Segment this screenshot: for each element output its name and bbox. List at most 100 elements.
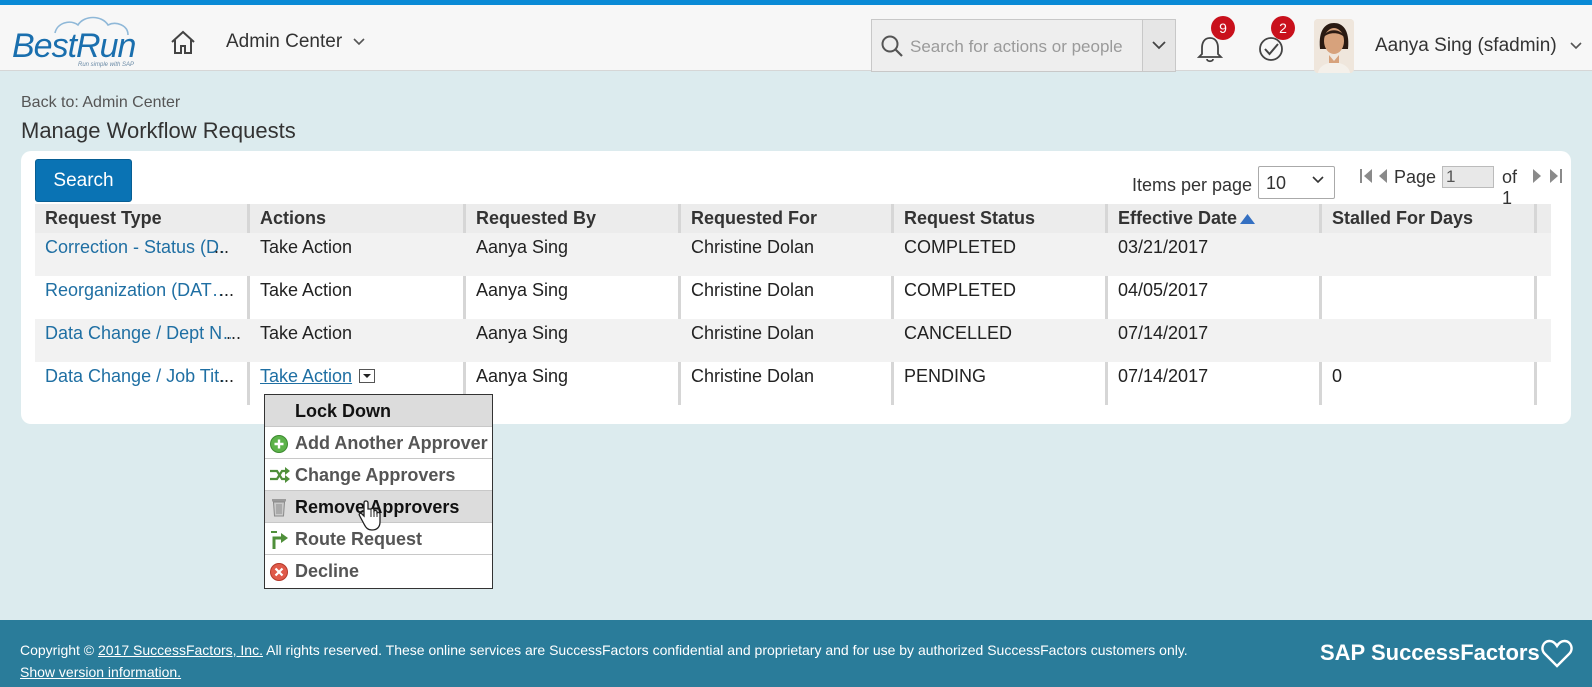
- table-row: Reorganization (DAT… ... Take Action Aan…: [35, 276, 1551, 319]
- request-status-cell: PENDING: [904, 366, 987, 386]
- take-action-cell[interactable]: Take Action: [250, 323, 460, 344]
- next-page-icon[interactable]: [1533, 168, 1543, 184]
- heart-icon: [1541, 639, 1573, 668]
- page-title: Manage Workflow Requests: [21, 118, 296, 143]
- requested-by-cell: Aanya Sing: [476, 237, 569, 257]
- tasks-badge: 2: [1271, 16, 1295, 40]
- requested-by-cell: Aanya Sing: [476, 323, 569, 343]
- menu-item-label: Change Approvers: [295, 465, 456, 485]
- take-action-dropdown-menu: Lock Down Add Another Approver Change Ap…: [264, 394, 493, 589]
- request-type-link[interactable]: Correction - Status (D…: [35, 237, 227, 258]
- request-type-link[interactable]: Data Change / Job Tit…: [35, 366, 227, 387]
- table-header: Request Type Actions Requested By Reques…: [35, 204, 1551, 233]
- row-more-indicator[interactable]: ...: [226, 323, 247, 344]
- chevron-down-icon: [353, 38, 366, 46]
- chevron-down-icon: [1570, 42, 1582, 50]
- module-title: Admin Center: [226, 31, 343, 52]
- table-row: Data Change / Job Tit… ... Take Action A…: [35, 362, 1551, 405]
- chevron-down-icon: [1312, 176, 1324, 184]
- requested-for-cell: Christine Dolan: [691, 237, 815, 257]
- hand-pointer-icon: [358, 500, 381, 531]
- requested-by-cell: Aanya Sing: [476, 280, 569, 300]
- decline-icon: [270, 563, 288, 581]
- user-photo-icon: [1314, 19, 1354, 73]
- menu-item-label: Lock Down: [295, 401, 392, 421]
- company-logo[interactable]: BestRun Run simple with SAP: [10, 13, 146, 69]
- logo-tagline: Run simple with SAP: [78, 62, 135, 68]
- menu-item-label: Decline: [295, 561, 360, 581]
- menu-item-lock-down[interactable]: Lock Down: [265, 395, 492, 427]
- results-panel: Search Items per page 10 Page of 1 Reque…: [21, 151, 1571, 424]
- column-header-request-status[interactable]: Request Status: [894, 204, 1106, 233]
- take-action-cell[interactable]: Take Action: [250, 237, 460, 258]
- first-page-icon[interactable]: [1360, 168, 1372, 184]
- search-button[interactable]: Search: [35, 159, 132, 202]
- back-link[interactable]: Back to: Admin Center: [21, 94, 180, 112]
- swap-icon: [270, 467, 290, 483]
- global-search: [871, 19, 1176, 72]
- menu-item-change-approvers[interactable]: Change Approvers: [265, 459, 492, 491]
- trash-icon: [272, 499, 286, 517]
- add-icon: [270, 435, 288, 453]
- effective-date-cell: 07/14/2017: [1118, 323, 1209, 343]
- page-of-label: of 1: [1502, 167, 1518, 208]
- column-header-requested-by[interactable]: Requested By: [466, 204, 678, 233]
- column-header-actions[interactable]: Actions: [250, 204, 463, 233]
- logo-text: BestRun: [12, 27, 136, 65]
- effective-date-cell: 03/21/2017: [1118, 237, 1209, 257]
- column-header-effective-date-label: Effective Date: [1118, 208, 1238, 228]
- user-menu[interactable]: Aanya Sing (sfadmin): [1375, 35, 1582, 57]
- requested-for-cell: Christine Dolan: [691, 323, 815, 343]
- search-dropdown-button[interactable]: [1142, 20, 1175, 71]
- items-per-page-label: Items per page: [1132, 175, 1253, 195]
- table-row: Data Change / Dept N… ... Take Action Aa…: [35, 319, 1551, 362]
- take-action-menu-trigger[interactable]: Take Action: [250, 366, 460, 387]
- request-type-link[interactable]: Data Change / Dept N…: [35, 323, 231, 344]
- requested-for-cell: Christine Dolan: [691, 280, 815, 300]
- previous-page-icon[interactable]: [1377, 168, 1387, 184]
- take-action-cell[interactable]: Take Action: [250, 280, 460, 301]
- route-icon: [271, 531, 288, 549]
- page-label: Page: [1394, 167, 1437, 187]
- request-status-cell: CANCELLED: [904, 323, 1013, 343]
- search-icon: [881, 35, 903, 57]
- row-more-indicator[interactable]: ...: [219, 280, 247, 301]
- table-row: Correction - Status (D… ... Take Action …: [35, 233, 1551, 276]
- row-more-indicator[interactable]: ...: [219, 366, 247, 387]
- page-footer: Copyright © 2017 SuccessFactors, Inc. Al…: [0, 620, 1592, 687]
- requested-by-cell: Aanya Sing: [476, 366, 569, 386]
- home-icon[interactable]: [170, 29, 196, 55]
- stalled-days-cell: 0: [1332, 366, 1343, 386]
- avatar[interactable]: [1314, 19, 1354, 73]
- menu-item-decline[interactable]: Decline: [265, 555, 492, 587]
- dropdown-arrow-icon: [359, 369, 376, 383]
- row-more-indicator[interactable]: ...: [214, 237, 247, 258]
- top-header: BestRun Run simple with SAP Admin Center…: [0, 5, 1592, 73]
- menu-item-add-another-approver[interactable]: Add Another Approver: [265, 427, 492, 459]
- column-header-effective-date[interactable]: Effective Date: [1108, 204, 1320, 233]
- items-per-page-value: 10: [1266, 173, 1287, 193]
- column-header-stalled-for-days[interactable]: Stalled For Days: [1322, 204, 1532, 233]
- copyright-text: Copyright © 2017 SuccessFactors, Inc. Al…: [20, 642, 1188, 658]
- notifications-badge: 9: [1211, 16, 1235, 40]
- successfactors-link[interactable]: 2017 SuccessFactors, Inc.: [98, 642, 263, 658]
- copyright-prefix: Copyright ©: [20, 642, 95, 658]
- request-type-link[interactable]: Reorganization (DAT…: [35, 280, 227, 301]
- page-number-input[interactable]: [1442, 166, 1494, 188]
- show-version-link[interactable]: Show version information.: [20, 664, 181, 680]
- menu-item-label: Add Another Approver: [295, 433, 488, 453]
- column-header-request-type[interactable]: Request Type: [35, 204, 247, 233]
- request-status-cell: COMPLETED: [904, 237, 1017, 257]
- last-page-icon[interactable]: [1550, 168, 1562, 184]
- items-per-page-select[interactable]: 10: [1258, 166, 1335, 199]
- request-status-cell: COMPLETED: [904, 280, 1017, 300]
- user-name: Aanya Sing (sfadmin): [1375, 35, 1557, 56]
- copyright-suffix: All rights reserved. These online servic…: [266, 642, 1188, 658]
- effective-date-cell: 07/14/2017: [1118, 366, 1209, 386]
- module-switcher[interactable]: Admin Center: [226, 31, 366, 53]
- sort-ascending-icon: [1240, 214, 1256, 225]
- requested-for-cell: Christine Dolan: [691, 366, 815, 386]
- search-input[interactable]: [908, 33, 1136, 61]
- effective-date-cell: 04/05/2017: [1118, 280, 1209, 300]
- column-header-requested-for[interactable]: Requested For: [681, 204, 893, 233]
